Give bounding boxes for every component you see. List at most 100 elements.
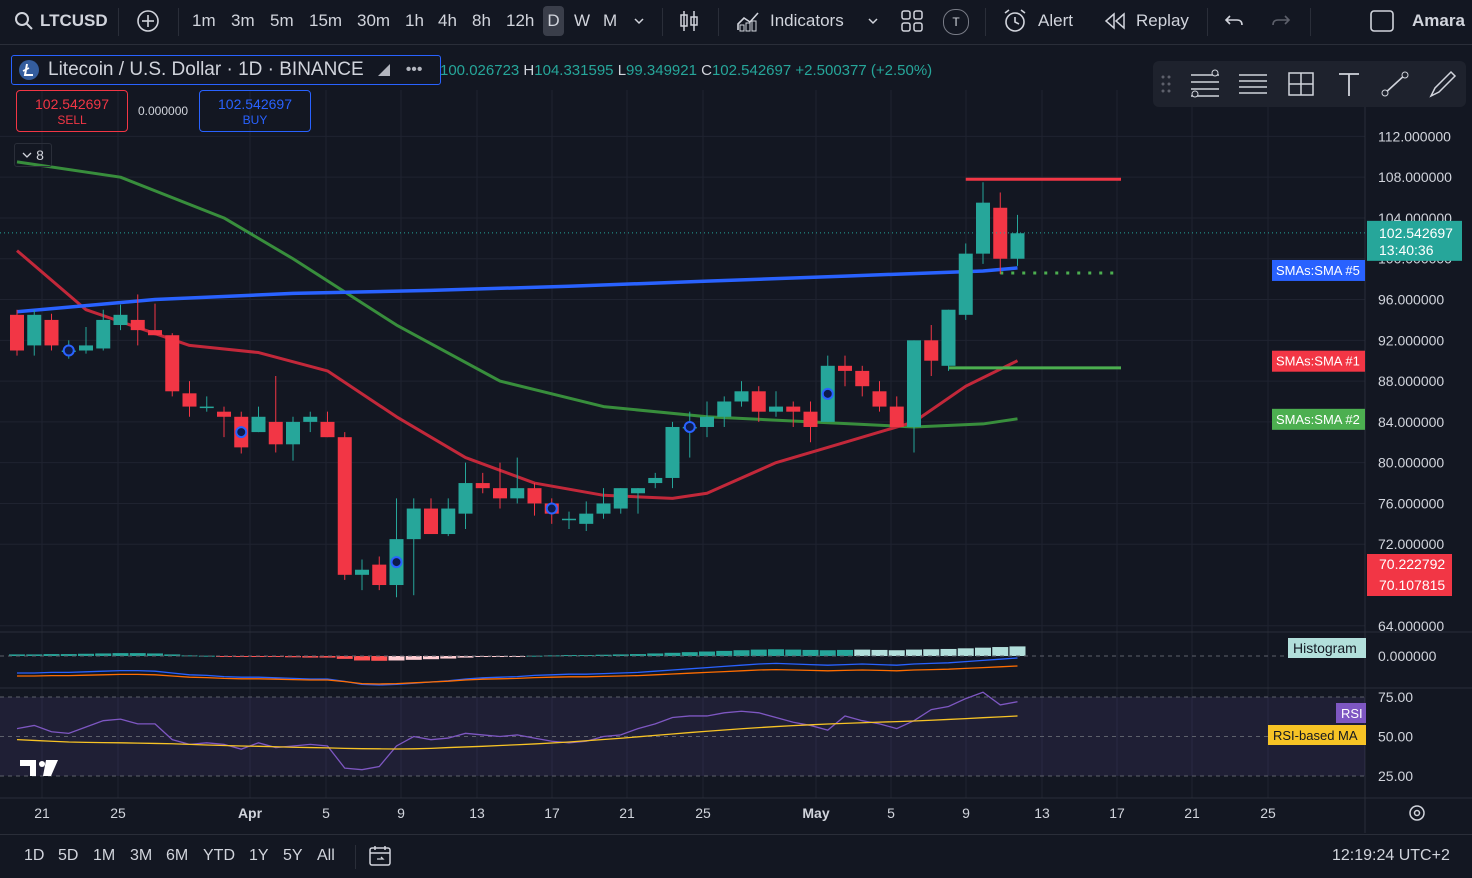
range-1y[interactable]: 1Y (249, 847, 269, 865)
bookmark-icon[interactable] (376, 62, 392, 78)
range-5d[interactable]: 5D (58, 847, 78, 865)
low-value: 99.349921 (626, 62, 697, 79)
interval-15m[interactable]: 15m (309, 6, 342, 36)
candle-body (199, 406, 214, 409)
time-tick-label: 21 (619, 805, 635, 821)
macd-histogram-bar (733, 650, 750, 656)
candle-body (786, 406, 801, 412)
range-1d[interactable]: 1D (24, 847, 44, 865)
interval-30m[interactable]: 30m (357, 6, 390, 36)
chart-type-button[interactable] (678, 6, 700, 36)
interval-12h[interactable]: 12h (506, 6, 534, 36)
macd-histogram-bar (837, 649, 853, 656)
grid-layout-icon (901, 10, 923, 32)
interval-d[interactable]: D (543, 6, 564, 36)
redo-button[interactable] (1271, 6, 1291, 36)
range-1m[interactable]: 1M (93, 847, 115, 865)
time-tick-label: 5 (887, 805, 895, 821)
trend-line-icon[interactable] (1379, 69, 1411, 99)
alert-label: Alert (1038, 11, 1073, 30)
chevron-down-icon (868, 18, 878, 25)
layouts-button[interactable] (900, 6, 924, 36)
candle-body (803, 411, 818, 427)
range-3m[interactable]: 3M (130, 847, 152, 865)
candle-body (510, 488, 525, 499)
candle-body (907, 340, 921, 427)
template-badge[interactable]: T (943, 9, 969, 35)
macd-histogram-bar (681, 652, 698, 656)
rsi-tag-label: RSI (1341, 706, 1363, 721)
candle-body (562, 518, 576, 521)
buy-button[interactable]: 102.542697 BUY (199, 90, 311, 132)
macd-histogram-bar (854, 649, 871, 656)
interval-1m[interactable]: 1m (192, 6, 216, 36)
undo-button[interactable] (1224, 6, 1244, 36)
go-to-date-button[interactable] (368, 844, 392, 873)
macd-histogram-bar (992, 647, 1009, 656)
range-6m[interactable]: 6M (166, 847, 188, 865)
range-all[interactable]: All (317, 847, 335, 865)
candle-body (838, 365, 852, 371)
interval-8h[interactable]: 8h (472, 6, 491, 36)
measure-box-icon[interactable] (1285, 69, 1317, 99)
range-5y[interactable]: 5Y (283, 847, 303, 865)
price-tick-label: 76.000000 (1378, 495, 1444, 511)
candle-body (855, 370, 870, 387)
buy-label: BUY (242, 113, 268, 127)
interval-5m[interactable]: 5m (270, 6, 294, 36)
lines-menu-icon[interactable] (1237, 69, 1269, 99)
text-tool-icon[interactable] (1333, 69, 1365, 99)
candle-body (113, 314, 128, 326)
indicators-button[interactable]: Indicators (736, 6, 844, 36)
time-tick-label: 25 (695, 805, 711, 821)
candle-body (872, 391, 887, 407)
interval-1h[interactable]: 1h (405, 6, 424, 36)
candle-body (372, 564, 387, 586)
symbol-legend[interactable]: Litecoin / U.S. Dollar · 1D · BINANCE ••… (11, 55, 441, 85)
candle-body (130, 319, 145, 331)
candle-body (924, 340, 939, 361)
candle-body (182, 393, 197, 407)
sell-label: SELL (57, 113, 87, 127)
indicators-dropdown[interactable] (866, 6, 880, 36)
interval-w[interactable]: W (574, 6, 590, 36)
add-symbol-button[interactable] (136, 6, 162, 36)
replay-button[interactable]: Replay (1104, 6, 1189, 36)
more-options-icon[interactable]: ••• (406, 61, 423, 79)
macd-histogram-bar (1009, 646, 1026, 656)
symbol-search[interactable]: LTCUSD (14, 6, 108, 36)
time-tick-label: Apr (238, 805, 263, 821)
plus-circle-icon (137, 10, 159, 32)
candle-body (596, 503, 611, 514)
alarm-clock-icon (1004, 9, 1026, 32)
brush-tool-icon[interactable] (1427, 69, 1459, 99)
clock-timezone[interactable]: 12:19:24 UTC+2 (1332, 847, 1450, 865)
candle-body (1010, 233, 1025, 259)
drag-handle-icon[interactable] (1159, 69, 1173, 99)
litecoin-logo-icon (19, 60, 39, 80)
candle-body (320, 421, 335, 438)
open-value: 100.026723 (440, 62, 520, 79)
tradingview-logo-mark (39, 761, 45, 767)
indicators-collapse-button[interactable]: 8 (14, 143, 52, 167)
candle-body (355, 569, 369, 575)
user-name[interactable]: Amara (1412, 6, 1465, 36)
high-key: H (523, 62, 535, 79)
chart-canvas[interactable]: 112.000000108.000000104.000000100.000000… (0, 45, 1472, 833)
interval-m[interactable]: M (603, 6, 617, 36)
candle-body (268, 421, 283, 445)
fib-retracement-icon[interactable] (1189, 69, 1221, 99)
change-value: +2.500377 (+2.50%) (795, 62, 933, 79)
high-value: 104.331595 (534, 62, 614, 79)
macd-histogram-bar (354, 656, 370, 661)
interval-4h[interactable]: 4h (438, 6, 457, 36)
macd-histogram-bar (405, 656, 422, 660)
time-tick-label: 21 (34, 805, 50, 821)
close-key: C (701, 62, 712, 79)
fullscreen-checkbox[interactable] (1370, 6, 1394, 36)
interval-3m[interactable]: 3m (231, 6, 255, 36)
sell-button[interactable]: 102.542697 SELL (16, 90, 128, 132)
interval-dropdown[interactable] (632, 6, 646, 36)
range-ytd[interactable]: YTD (203, 847, 235, 865)
alert-button[interactable]: Alert (1002, 6, 1073, 36)
